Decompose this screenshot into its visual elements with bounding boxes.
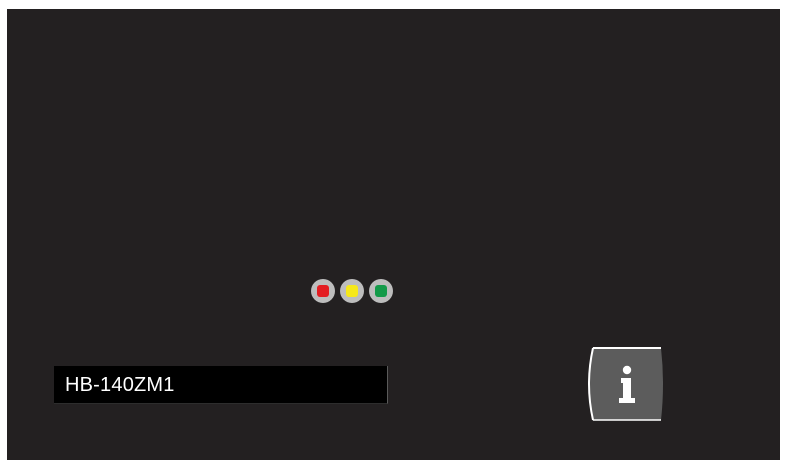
green-light-core [375, 285, 387, 297]
green-status-light [369, 279, 393, 303]
device-screen: HB-140ZM1 [7, 9, 780, 460]
red-status-light [311, 279, 335, 303]
info-button[interactable] [583, 346, 667, 422]
device-name-label: HB-140ZM1 [54, 366, 388, 404]
yellow-status-light [340, 279, 364, 303]
status-indicator-lights [311, 279, 393, 303]
yellow-light-core [346, 285, 358, 297]
red-light-core [317, 285, 329, 297]
info-icon [588, 347, 663, 421]
